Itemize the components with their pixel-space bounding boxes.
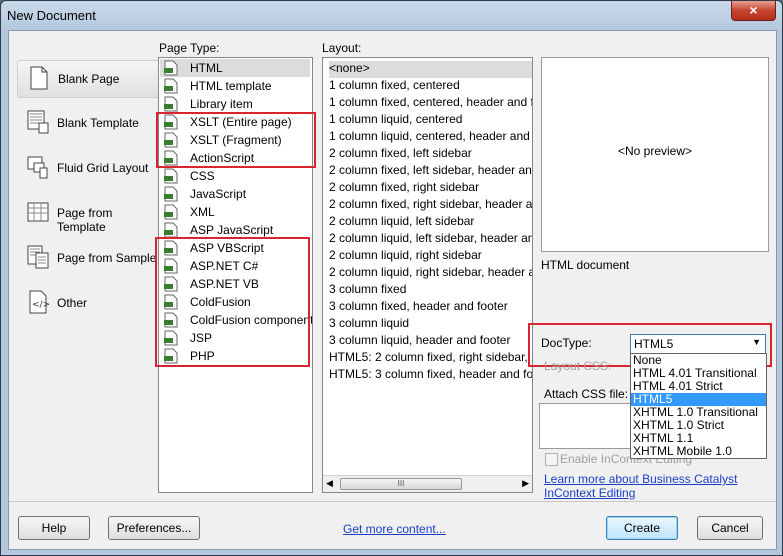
category-page-from-template[interactable]: Page from Template (17, 195, 161, 234)
file-icon (164, 186, 178, 202)
doctype-label: DocType: (541, 336, 592, 350)
category-label: Page from Template (57, 206, 113, 234)
create-button[interactable]: Create (606, 516, 678, 540)
cancel-label: Cancel (711, 521, 749, 535)
cancel-button[interactable]: Cancel (697, 516, 763, 540)
help-label: Help (41, 521, 67, 535)
dialog-body: Blank Page Blank Template Fluid Grid Layou… (8, 30, 777, 550)
file-icon (164, 168, 178, 184)
learn-more-link[interactable]: Learn more about Business Catalyst (544, 472, 737, 486)
layout-item[interactable]: 3 column liquid (329, 316, 532, 333)
preview-box: <No preview> (541, 57, 769, 252)
preferences-button[interactable]: Preferences... (108, 516, 200, 540)
layout-item[interactable]: 2 column liquid, left sidebar (329, 214, 532, 231)
footer-divider (9, 501, 776, 502)
layout-css-label: Layout CSS: (544, 359, 612, 373)
other-icon: </> (27, 290, 50, 314)
category-label: Blank Page (58, 72, 120, 86)
page-type-label-text: HTML (190, 61, 223, 75)
scroll-left-arrow-icon[interactable]: ◀ (326, 478, 333, 489)
page-type-label-text: JavaScript (190, 187, 247, 201)
layout-item[interactable]: 1 column liquid, centered, header and fo… (329, 129, 532, 146)
horizontal-scrollbar[interactable]: ◀ III ▶ (323, 475, 532, 492)
scroll-thumb[interactable]: III (340, 478, 462, 490)
category-fluid-grid-layout[interactable]: Fluid Grid Layout (17, 150, 161, 186)
doctype-value: HTML5 (634, 337, 674, 351)
page-sample-icon (27, 245, 49, 269)
file-icon (164, 60, 178, 76)
category-blank-template[interactable]: Blank Template (17, 105, 161, 141)
page-type-label-text: ASP JavaScript (190, 223, 274, 237)
category-label: Blank Template (57, 116, 139, 130)
doctype-select[interactable]: HTML5 ▼ (630, 334, 766, 354)
page-type-label: Page Type: (159, 41, 220, 55)
preview-description: HTML document (541, 258, 630, 272)
layout-item[interactable]: 2 column liquid, right sidebar (329, 248, 532, 265)
file-icon (164, 204, 178, 220)
file-icon (164, 96, 178, 112)
help-button[interactable]: Help (18, 516, 90, 540)
page-type-label-text: HTML template (190, 79, 272, 93)
layout-list[interactable]: HTML5: 3 column fixed, header and footer… (322, 57, 533, 493)
category-label: Fluid Grid Layout (57, 161, 149, 175)
layout-item[interactable]: 2 column fixed, left sidebar, header and… (329, 163, 532, 180)
page-type-item[interactable]: JavaScript (160, 185, 310, 203)
page-type-item[interactable]: HTML template (160, 77, 310, 95)
page-type-item[interactable]: XML (160, 203, 310, 221)
layout-item[interactable]: 2 column liquid, right sidebar, header a… (329, 265, 532, 282)
page-type-item[interactable]: Library item (160, 95, 310, 113)
category-label: Other (57, 296, 88, 310)
layout-item[interactable]: HTML5: 3 column fixed, header and footer (329, 367, 532, 384)
layout-item[interactable]: 3 column liquid, header and footer (329, 333, 532, 350)
get-more-content-link[interactable]: Get more content... (343, 522, 446, 536)
layout-item[interactable]: 3 column fixed, header and footer (329, 299, 532, 316)
layout-item[interactable]: 2 column liquid, left sidebar, header an… (329, 231, 532, 248)
title-bar: New Document × (1, 1, 782, 29)
window-title: New Document (7, 8, 96, 23)
layout-item[interactable]: 1 column liquid, centered (329, 112, 532, 129)
create-label: Create (623, 521, 661, 535)
page-type-item[interactable]: CSS (160, 167, 310, 185)
page-template-icon (27, 200, 49, 224)
layout-item[interactable]: 2 column fixed, left sidebar (329, 146, 532, 163)
preview-text: <No preview> (617, 144, 693, 158)
layout-item[interactable]: 2 column fixed, right sidebar, header an… (329, 197, 532, 214)
attach-css-label: Attach CSS file: (544, 387, 629, 401)
new-document-dialog: New Document × Blank Page Blank Template F… (0, 0, 783, 556)
chevron-down-icon[interactable]: ▼ (752, 337, 761, 347)
learn-more-link-line2[interactable]: InContext Editing (544, 486, 635, 500)
category-blank-page[interactable]: Blank Page (17, 60, 163, 98)
layout-item[interactable]: 1 column fixed, centered, header and foo… (329, 95, 532, 112)
category-other[interactable]: </> Other (17, 285, 161, 321)
layout-item[interactable]: 1 column fixed, centered (329, 78, 532, 95)
page-type-label-text: XML (190, 205, 215, 219)
layout-item[interactable]: <none> (329, 61, 532, 78)
blank-template-icon (27, 110, 49, 134)
highlight-server-group (155, 237, 310, 367)
preferences-label: Preferences... (116, 521, 192, 535)
category-label: Page from Sample (57, 251, 157, 265)
layout-item[interactable]: 3 column fixed (329, 282, 532, 299)
fluid-grid-icon (27, 155, 49, 179)
highlight-xslt-group (156, 112, 316, 168)
page-type-label-text: Library item (190, 97, 253, 111)
blank-page-icon (28, 66, 50, 90)
incontext-checkbox[interactable] (545, 453, 558, 466)
category-page-from-sample[interactable]: Page from Sample (17, 240, 161, 276)
close-button[interactable]: × (731, 1, 776, 21)
doctype-options[interactable]: None HTML 4.01 Transitional HTML 4.01 Stri… (630, 353, 767, 459)
svg-text:</>: </> (32, 300, 49, 310)
layout-label: Layout: (322, 41, 362, 55)
scroll-right-arrow-icon[interactable]: ▶ (522, 478, 529, 489)
doctype-option[interactable]: XHTML Mobile 1.0 (631, 445, 766, 458)
file-icon (164, 222, 178, 238)
page-type-item[interactable]: HTML (160, 59, 310, 77)
layout-item[interactable]: HTML5: 2 column fixed, right sidebar, he… (329, 350, 532, 367)
layout-item[interactable]: 2 column fixed, right sidebar (329, 180, 532, 197)
page-type-label-text: CSS (190, 169, 215, 183)
file-icon (164, 78, 178, 94)
